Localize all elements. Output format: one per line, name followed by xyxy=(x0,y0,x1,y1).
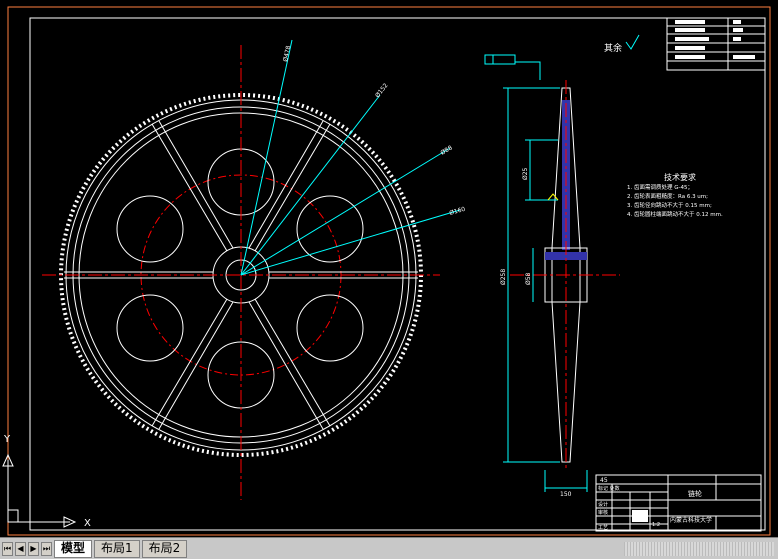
dim-r1: Ø478 xyxy=(282,45,292,62)
title-material: 45 xyxy=(600,477,608,484)
lightening-hole-5 xyxy=(116,294,184,362)
next-tab-icon[interactable]: ▶ xyxy=(28,541,39,556)
tech-item-2: 2. 齿轮表面粗糙度：Ra 6.3 um; xyxy=(627,192,708,200)
parameter-table xyxy=(666,17,766,71)
tech-title: 技术要求 xyxy=(664,172,696,182)
drawing-canvas[interactable]: Ø478 Ø152 Ø88 Ø160 Ø258 Ø25 Ø58 150 其余 技… xyxy=(0,0,778,537)
title-scale: 1:2 xyxy=(652,522,660,528)
tech-item-3: 3. 齿轮径向跳动不大于 0.15 mm; xyxy=(627,201,712,209)
title-row3: 审核 xyxy=(598,509,608,516)
tab-layout2[interactable]: 布局2 xyxy=(141,539,188,558)
title-school: 内蒙古科技大学 xyxy=(670,516,712,524)
tab-model[interactable]: 模型 xyxy=(54,539,93,558)
lightening-hole-1 xyxy=(207,148,275,216)
lightening-hole-3 xyxy=(296,294,364,362)
tab-layout1[interactable]: 布局1 xyxy=(94,539,140,558)
roughness-other-label: 其余 xyxy=(604,42,622,54)
prev-tab-icon[interactable]: ◀ xyxy=(15,541,26,556)
geometric-tolerance-frame xyxy=(484,54,516,65)
roughness-symbol-side xyxy=(547,193,559,201)
sprocket-front-view: Ø478 Ø152 Ø88 Ø160 xyxy=(42,39,467,500)
inner-frame xyxy=(29,17,766,531)
title-row4: 工艺 xyxy=(598,525,608,531)
sprocket-side-view: Ø258 Ø25 Ø58 150 xyxy=(484,54,620,498)
ucs-icon xyxy=(2,453,77,528)
tech-item-1: 1. 齿面需调质处理 G-45； xyxy=(627,183,693,191)
title-row1: 标记 处数 xyxy=(598,485,620,492)
dim-side-h: Ø258 xyxy=(500,269,507,285)
roughness-check-icon xyxy=(625,34,640,50)
last-tab-icon[interactable]: ⏭ xyxy=(41,541,52,556)
dim-side-w: 150 xyxy=(560,491,572,498)
dim-r2: Ø152 xyxy=(374,82,390,99)
technical-requirements: 技术要求 1. 齿面需调质处理 G-45； 2. 齿轮表面粗糙度：Ra 6.3 … xyxy=(627,172,723,218)
first-tab-icon[interactable]: ⏮ xyxy=(2,541,13,556)
dim-side-small: Ø25 xyxy=(522,167,529,180)
tech-item-4: 4. 齿轮圆柱端面跳动不大于 0.12 mm. xyxy=(627,210,723,218)
ucs-x-label: X xyxy=(84,518,91,529)
horizontal-scrollbar[interactable] xyxy=(624,542,774,556)
radial-dimensions xyxy=(240,39,461,276)
title-part-name: 链轮 xyxy=(688,489,702,498)
dim-r3: Ø88 xyxy=(439,144,453,156)
title-stamp xyxy=(632,510,648,522)
ucs-y-label: Y xyxy=(3,434,11,445)
title-row2: 设计 xyxy=(598,501,608,508)
layout-tab-bar: ⏮ ◀ ▶ ⏭ 模型 布局1 布局2 xyxy=(0,537,778,559)
dim-r4: Ø160 xyxy=(449,206,467,217)
lightening-hole-6 xyxy=(116,195,184,263)
dim-side-bore: Ø58 xyxy=(525,272,532,285)
